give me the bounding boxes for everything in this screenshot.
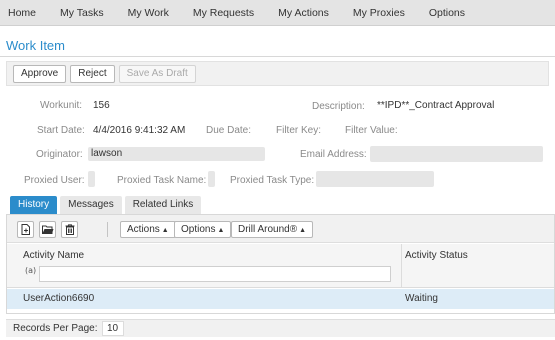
column-divider [401,244,402,288]
originator-field[interactable]: lawson [88,147,265,161]
filter-value-label: Filter Value: [345,125,398,136]
caret-down-icon: ▲ [217,227,225,234]
nav-my-actions[interactable]: My Actions [266,0,341,26]
nav-options[interactable]: Options [417,0,477,26]
caret-down-icon: ▲ [299,227,306,234]
proxied-task-type-label: Proxied Task Type: [230,175,315,186]
email-address-label: Email Address: [300,149,367,160]
start-date-value: 4/4/2016 9:41:32 AM [93,125,186,136]
email-address-field[interactable] [370,146,543,162]
due-date-label: Due Date: [206,125,252,136]
activity-status-cell: Waiting [405,293,438,304]
drill-around-label: Drill Around® [238,224,298,235]
start-date-label: Start Date: [37,125,85,136]
actions-dropdown[interactable]: Actions ▲ [120,221,176,238]
description-label: Description: [312,101,365,112]
table-row[interactable]: UserAction6690 Waiting [7,289,554,309]
column-activity-status[interactable]: Activity Status [405,250,468,261]
action-toolbar: Approve Reject Save As Draft [6,61,549,86]
reject-button[interactable]: Reject [70,64,115,83]
originator-label: Originator: [36,149,83,160]
detail-tabs: History Messages Related Links [10,196,202,214]
toolbar-separator [107,222,108,237]
proxied-user-label: Proxied User: [24,175,85,186]
nav-home[interactable]: Home [0,0,48,26]
grid-toolbar: Actions ▲ Options ▲ Drill Around® ▲ [7,215,554,243]
trash-icon [65,224,74,235]
filter-key-label: Filter Key: [276,125,322,136]
workunit-label: Workunit: [40,100,83,111]
grid-header: Activity Name Activity Status (a) [7,244,554,288]
workunit-value: 156 [93,100,110,111]
nav-my-work[interactable]: My Work [116,0,181,26]
nav-my-proxies[interactable]: My Proxies [341,0,417,26]
activity-name-filter-input[interactable] [39,266,391,282]
options-dropdown-label: Options [181,224,216,235]
new-record-button[interactable] [17,221,34,238]
drill-around-dropdown[interactable]: Drill Around® ▲ [231,221,313,238]
proxied-task-name-label: Proxied Task Name: [117,175,207,186]
folder-open-icon [41,225,53,234]
actions-dropdown-label: Actions [127,224,160,235]
caret-down-icon: ▲ [161,227,169,234]
nav-my-tasks[interactable]: My Tasks [48,0,116,26]
top-nav: Home My Tasks My Work My Requests My Act… [0,0,555,26]
delete-record-button[interactable] [61,221,78,238]
history-panel: Actions ▲ Options ▲ Drill Around® ▲ Activit… [6,214,555,314]
save-as-draft-button[interactable]: Save As Draft [118,64,196,83]
filter-type-icon[interactable]: (a) [25,266,36,275]
options-dropdown[interactable]: Options ▲ [174,221,232,238]
tab-messages[interactable]: Messages [60,196,122,214]
nav-my-requests[interactable]: My Requests [181,0,266,26]
page-title: Work Item [6,38,65,53]
activity-name-cell: UserAction6690 [23,293,95,304]
tab-related-links[interactable]: Related Links [124,196,202,214]
description-value: **IPD**_Contract Approval [377,100,495,111]
records-per-page-input[interactable]: 10 [102,321,124,336]
proxied-task-type-field[interactable] [316,171,434,187]
open-record-button[interactable] [39,221,56,238]
records-per-page-label: Records Per Page: [13,323,98,334]
pagination-footer: Records Per Page: 10 [6,319,555,337]
new-document-icon [21,224,30,235]
column-activity-name[interactable]: Activity Name [23,250,84,261]
proxied-user-field[interactable] [88,171,95,187]
proxied-task-name-field[interactable] [208,171,215,187]
title-divider [0,56,555,57]
tab-history[interactable]: History [10,196,58,214]
approve-button[interactable]: Approve [13,64,67,83]
